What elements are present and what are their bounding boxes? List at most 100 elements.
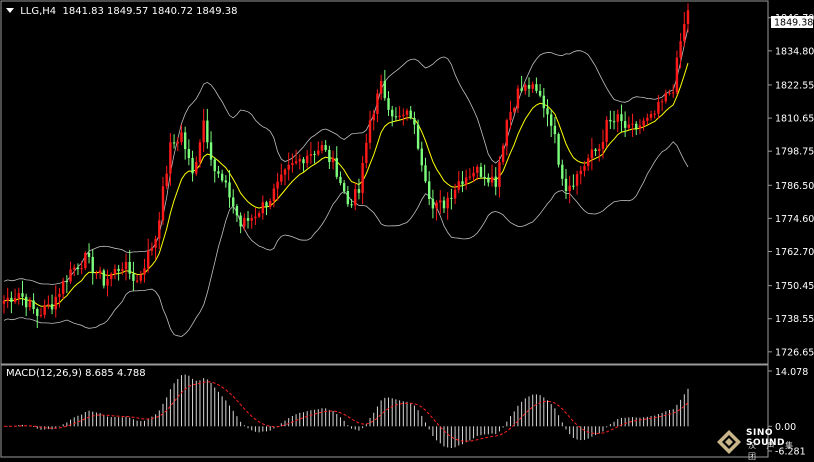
candle-body [472,172,475,177]
candle-body [324,145,327,150]
candle-body [232,197,235,207]
candle-body [150,247,154,251]
candle-body [476,166,479,173]
candle-body [43,305,46,315]
candle-body [80,268,83,270]
candle-body [17,293,20,299]
candle-body [642,120,645,126]
candle-body [394,116,398,118]
candle-body [627,124,631,128]
candle-body [453,189,457,199]
candle-body [620,114,623,122]
candle-body [479,166,483,177]
candle-body [402,114,405,116]
candle-body [564,178,568,192]
main-panel-border [0,0,769,365]
price-tick-label: 1726.65 [775,347,814,358]
candle-body [176,142,179,144]
candle-body [172,142,176,144]
candle-body [69,269,72,282]
candle-body [376,93,379,114]
price-tick-label: 1822.55 [775,80,814,91]
dropdown-arrow-icon[interactable] [6,8,14,13]
candle-body [487,177,490,183]
sino-sound-logo: SINO SOUND 汉 声 集 团 [716,427,812,461]
price-tick-label: 1762.70 [775,247,814,258]
candle-body [195,162,198,174]
candle-body [675,57,679,93]
candle-body [313,153,316,155]
candle-body [213,159,216,172]
candle-body [117,268,120,271]
macd-header: MACD(12,26,9) 8.685 4.788 [6,368,146,379]
candle-body [468,176,472,178]
candle-body [365,142,368,163]
candle-body [623,121,627,128]
candle-body [450,197,453,199]
candle-body [139,274,142,281]
candle-body [287,164,290,170]
candle-body [54,296,57,310]
candle-body [91,256,94,274]
candle-body [631,123,634,125]
candle-body [239,215,242,227]
candle-body [165,173,168,187]
candle-body [405,110,409,115]
macd-value: 8.685 [85,368,114,379]
candle-body [579,170,582,175]
candle-body [302,159,305,164]
candle-body [583,166,586,171]
candle-body [158,220,161,239]
candle-body [154,238,157,248]
macd-signal-value: 4.788 [116,368,146,379]
candle-body [187,149,191,159]
candle-body [383,80,387,99]
candle-body [272,188,276,202]
candle-body [110,273,113,280]
candle-body [61,281,65,294]
close-value: 1849.38 [196,6,238,17]
candle-body [50,304,54,310]
candle-body [246,218,250,221]
candle-body [228,182,231,198]
candle-body [646,117,649,121]
candle-body [209,142,213,160]
candle-body [601,141,605,149]
candle-body [250,218,253,221]
price-tick-label: 1810.65 [775,114,814,125]
price-axis: 1846.701834.801822.551810.651798.751786.… [768,13,814,358]
candle-body [254,216,257,219]
candle-body [331,158,335,163]
candle-body [686,10,690,25]
candle-body [350,204,353,206]
candle-body [575,174,579,186]
candle-body [183,132,187,150]
price-tick-label: 1786.50 [775,181,814,192]
candle-body [524,85,527,91]
symbol-label: LLG,H4 [20,6,57,17]
candle-body [527,85,531,89]
candle-body [98,270,102,274]
candle-body [291,163,294,165]
candle-body [294,161,298,164]
candle-body [121,269,124,271]
candle-body [424,165,427,182]
candle-body [206,120,209,143]
candle-body [328,149,331,163]
open-value: 1841.83 [62,6,104,17]
candle-body [387,98,390,110]
candle-body [235,206,239,216]
bollinger-upper-line [3,27,689,285]
macd-label: MACD(12,26,9) [6,368,82,379]
candle-body [550,114,553,126]
candle-body [557,134,560,165]
candle-body [357,189,361,193]
candle-body [243,218,246,227]
candle-body [84,252,87,269]
chart-header: LLG,H4 1841.83 1849.57 1840.72 1849.38 [6,6,238,17]
price-tick-label: 1834.80 [775,46,814,57]
candle-body [638,125,642,129]
high-value: 1849.57 [107,6,149,17]
candle-body [683,24,686,42]
candle-body [379,80,383,94]
